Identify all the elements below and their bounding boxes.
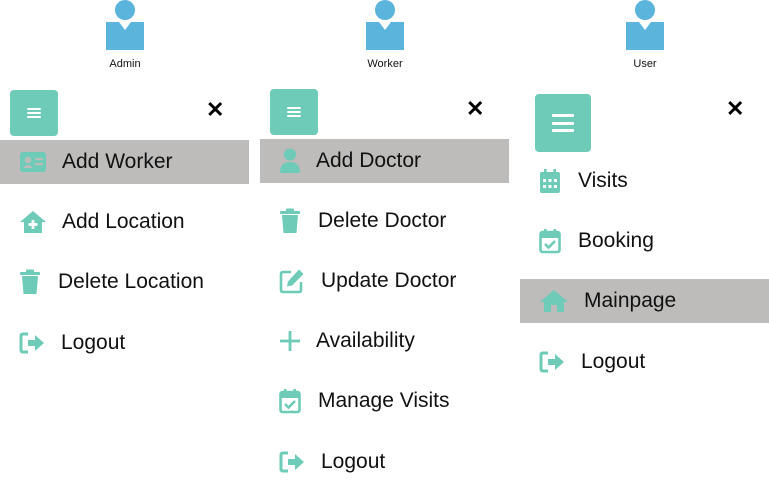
edit-icon <box>279 268 305 294</box>
menu-item-label: Availability <box>316 329 415 352</box>
worker-panel: Worker ✕ Add Doctor Delete Doctor Update… <box>260 0 510 483</box>
calendar-check-icon <box>539 228 561 254</box>
menu-item-add-worker[interactable]: Add Worker <box>0 140 249 184</box>
menu-item-availability[interactable]: Availability <box>260 319 509 363</box>
menu-item-label: Logout <box>321 450 386 473</box>
menu-item-label: Booking <box>578 229 654 252</box>
close-icon[interactable]: ✕ <box>206 99 224 121</box>
menu-toggle-button[interactable] <box>10 90 58 136</box>
menu-item-booking[interactable]: Booking <box>520 219 769 263</box>
menu-item-manage-visits[interactable]: Manage Visits <box>260 379 509 423</box>
close-icon[interactable]: ✕ <box>466 98 484 120</box>
menu-item-label: Add Doctor <box>316 149 422 172</box>
calendar-check-icon <box>279 388 301 414</box>
plus-icon <box>279 330 301 352</box>
home-icon <box>539 289 569 313</box>
calendar-icon <box>539 168 561 194</box>
menu-item-delete-location[interactable]: Delete Location <box>0 260 249 304</box>
user-avatar-icon <box>626 0 664 50</box>
user-icon <box>279 148 301 174</box>
id-card-icon <box>19 151 47 173</box>
menu-item-label: Mainpage <box>584 289 677 312</box>
menu-item-add-location[interactable]: Add Location <box>0 200 249 244</box>
house-plus-icon <box>19 210 47 234</box>
admin-panel: Admin ✕ Add Worker Add Location Delete L… <box>0 0 250 483</box>
menu-item-mainpage[interactable]: Mainpage <box>520 279 769 323</box>
role-label: User <box>633 58 657 70</box>
logout-icon <box>19 332 45 354</box>
menu-item-logout[interactable]: Logout <box>520 340 769 384</box>
logout-icon <box>279 451 305 473</box>
role-label: Admin <box>109 58 141 70</box>
menu-item-logout[interactable]: Logout <box>260 440 509 484</box>
menu-item-logout[interactable]: Logout <box>0 321 249 365</box>
logout-icon <box>539 351 565 373</box>
menu-item-label: Logout <box>581 350 646 373</box>
close-icon[interactable]: ✕ <box>726 98 744 120</box>
role-label: Worker <box>367 58 403 70</box>
menu-item-label: Visits <box>578 169 628 192</box>
trash-icon <box>19 269 41 295</box>
menu-toggle-button[interactable] <box>535 94 591 152</box>
trash-icon <box>279 208 301 234</box>
menu-item-visits[interactable]: Visits <box>520 159 769 203</box>
menu-item-label: Manage Visits <box>318 389 450 412</box>
worker-avatar-icon <box>366 0 404 50</box>
menu-item-label: Update Doctor <box>321 269 457 292</box>
menu-item-delete-doctor[interactable]: Delete Doctor <box>260 199 509 243</box>
menu-item-label: Logout <box>61 331 126 354</box>
menu-item-label: Delete Doctor <box>318 209 447 232</box>
menu-toggle-button[interactable] <box>270 89 318 135</box>
menu-item-add-doctor[interactable]: Add Doctor <box>260 139 509 183</box>
menu-item-label: Add Worker <box>62 150 173 173</box>
menu-item-label: Add Location <box>62 210 185 233</box>
user-panel: User ✕ Visits Booking Mainpage Logout <box>520 0 769 483</box>
menu-item-update-doctor[interactable]: Update Doctor <box>260 259 509 303</box>
admin-avatar-icon <box>106 0 144 50</box>
menu-item-label: Delete Location <box>58 270 204 293</box>
